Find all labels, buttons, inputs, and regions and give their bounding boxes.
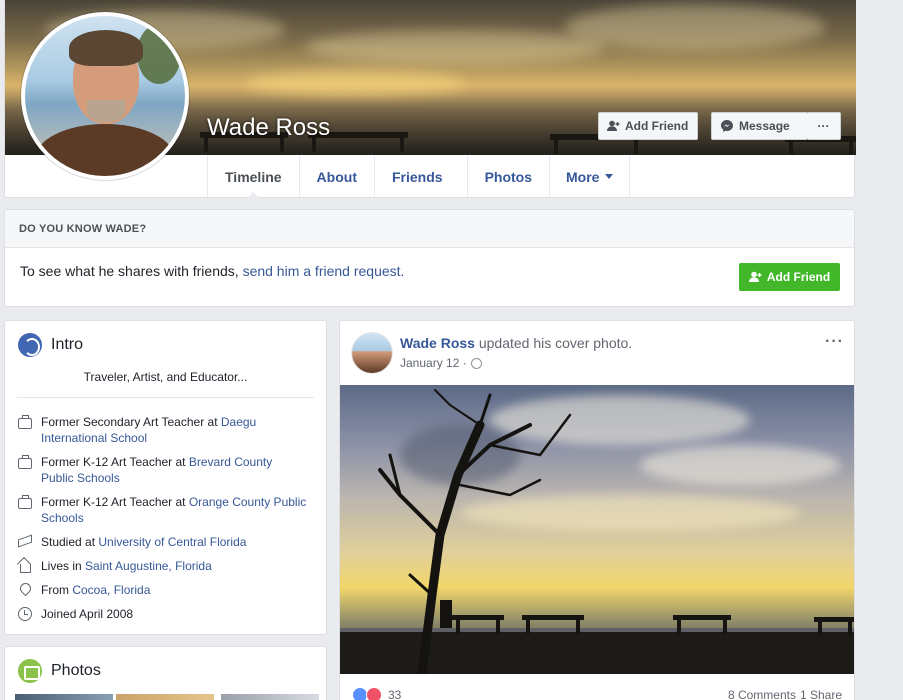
- intro-item-text: Joined April 2008: [41, 607, 134, 621]
- intro-item-lives: Lives in Saint Augustine, Florida: [17, 558, 307, 574]
- know-text: To see what he shares with friends,: [20, 263, 243, 279]
- divider: [17, 397, 314, 398]
- add-friend-label: Add Friend: [766, 270, 831, 284]
- message-button[interactable]: Message: [711, 112, 808, 140]
- public-globe-icon: [470, 357, 482, 369]
- avatar[interactable]: [352, 333, 392, 373]
- intro-item-link[interactable]: University of Central Florida: [98, 535, 246, 549]
- intro-bio: Traveler, Artist, and Educator...: [83, 370, 248, 384]
- intro-item-text: Former K-12 Art Teacher at: [41, 455, 189, 469]
- tab-photos[interactable]: Photos: [466, 155, 549, 198]
- intro-title: Intro: [18, 333, 83, 357]
- add-friend-label: Add Friend: [625, 119, 689, 133]
- add-friend-button[interactable]: Add Friend: [598, 112, 698, 140]
- love-reaction-icon: [366, 687, 382, 700]
- photos-title[interactable]: Photos: [18, 659, 101, 683]
- intro-item-text: Studied at: [41, 535, 99, 549]
- reaction-count: 33: [388, 688, 402, 700]
- clock-icon: [17, 606, 33, 622]
- add-friend-green-button[interactable]: Add Friend: [739, 263, 840, 291]
- chevron-down-icon: [605, 174, 614, 179]
- tab-friends[interactable]: Friends: [373, 155, 467, 198]
- photos-icon: [18, 659, 42, 683]
- timeline-post: Wade Ross updated his cover photo. Janua…: [339, 320, 855, 700]
- intro-item-work: Former K-12 Art Teacher at Brevard Count…: [17, 454, 307, 486]
- post-author-link[interactable]: Wade Ross: [400, 335, 475, 351]
- intro-title-text: Intro: [51, 336, 84, 353]
- post-stats: 8 Comments 1 Share: [728, 688, 842, 700]
- add-friend-icon: [607, 120, 620, 131]
- tab-label: Photos: [484, 168, 533, 185]
- tab-label: More: [566, 168, 600, 185]
- post-date-text: January 12 ·: [400, 356, 467, 370]
- profile-header: Wade Ross Add Friend Message ··· Timelin…: [4, 0, 856, 199]
- shares-count-link[interactable]: 1 Share: [800, 688, 842, 700]
- intro-item-text: Former K-12 Art Teacher at: [41, 495, 189, 509]
- do-you-know-text: To see what he shares with friends, send…: [20, 263, 404, 279]
- intro-item-link[interactable]: Saint Augustine, Florida: [85, 559, 212, 573]
- intro-item-text: Lives in: [41, 559, 86, 573]
- home-icon: [17, 558, 33, 574]
- more-options-button[interactable]: ···: [807, 112, 841, 140]
- tab-label: Friends: [391, 168, 443, 185]
- messenger-icon: [721, 120, 733, 132]
- more-dots-icon: ···: [817, 119, 830, 133]
- post-cover-photo[interactable]: [340, 385, 854, 674]
- work-icon: [17, 454, 33, 470]
- add-friend-icon: [748, 271, 762, 282]
- send-friend-request-link[interactable]: send him a friend request.: [243, 263, 405, 279]
- work-icon: [17, 494, 33, 510]
- tree-silhouette: [378, 389, 572, 674]
- tab-label: Timeline: [225, 168, 282, 185]
- profile-picture[interactable]: [21, 12, 189, 180]
- do-you-know-heading: DO YOU KNOW WADE?: [5, 210, 854, 248]
- profile-name[interactable]: Wade Ross: [207, 114, 330, 142]
- location-pin-icon: [17, 582, 33, 598]
- intro-item-text: From: [41, 583, 73, 597]
- photos-title-text: Photos: [51, 662, 101, 679]
- reactions-summary[interactable]: 33: [352, 687, 401, 700]
- work-icon: [17, 414, 33, 430]
- tab-more[interactable]: More: [549, 155, 631, 198]
- intro-item-text: Former Secondary Art Teacher at: [41, 415, 221, 429]
- post-action-text: updated his cover photo.: [474, 335, 633, 351]
- intro-item-joined: Joined April 2008: [17, 606, 307, 622]
- photos-card: Photos: [4, 646, 327, 700]
- intro-item-education: Studied at University of Central Florida: [17, 534, 307, 550]
- intro-item-from: From Cocoa, Florida: [17, 582, 307, 598]
- tab-timeline[interactable]: Timeline: [207, 155, 299, 199]
- intro-card: Intro Traveler, Artist, and Educator... …: [4, 320, 327, 635]
- photo-thumbnail[interactable]: [15, 694, 113, 700]
- photo-thumbnail[interactable]: [221, 694, 319, 700]
- profile-tabs: Timeline About Friends Photos More: [207, 155, 631, 199]
- intro-item-work: Former Secondary Art Teacher at Daegu In…: [17, 414, 307, 446]
- tab-about[interactable]: About: [298, 155, 374, 198]
- globe-icon: [18, 333, 42, 357]
- post-header: Wade Ross updated his cover photo.: [400, 335, 632, 351]
- comments-count-link[interactable]: 8 Comments: [728, 688, 796, 700]
- do-you-know-card: DO YOU KNOW WADE? To see what he shares …: [4, 209, 855, 307]
- avatar: [25, 16, 185, 176]
- post-date[interactable]: January 12 ·: [400, 356, 482, 370]
- photo-thumbnail[interactable]: [116, 694, 214, 700]
- post-options-button[interactable]: ···: [825, 333, 844, 351]
- intro-item-work: Former K-12 Art Teacher at Orange County…: [17, 494, 307, 526]
- message-label: Message: [739, 119, 790, 133]
- tab-label: About: [316, 168, 357, 185]
- intro-item-link[interactable]: Cocoa, Florida: [72, 583, 150, 597]
- education-icon: [17, 534, 33, 550]
